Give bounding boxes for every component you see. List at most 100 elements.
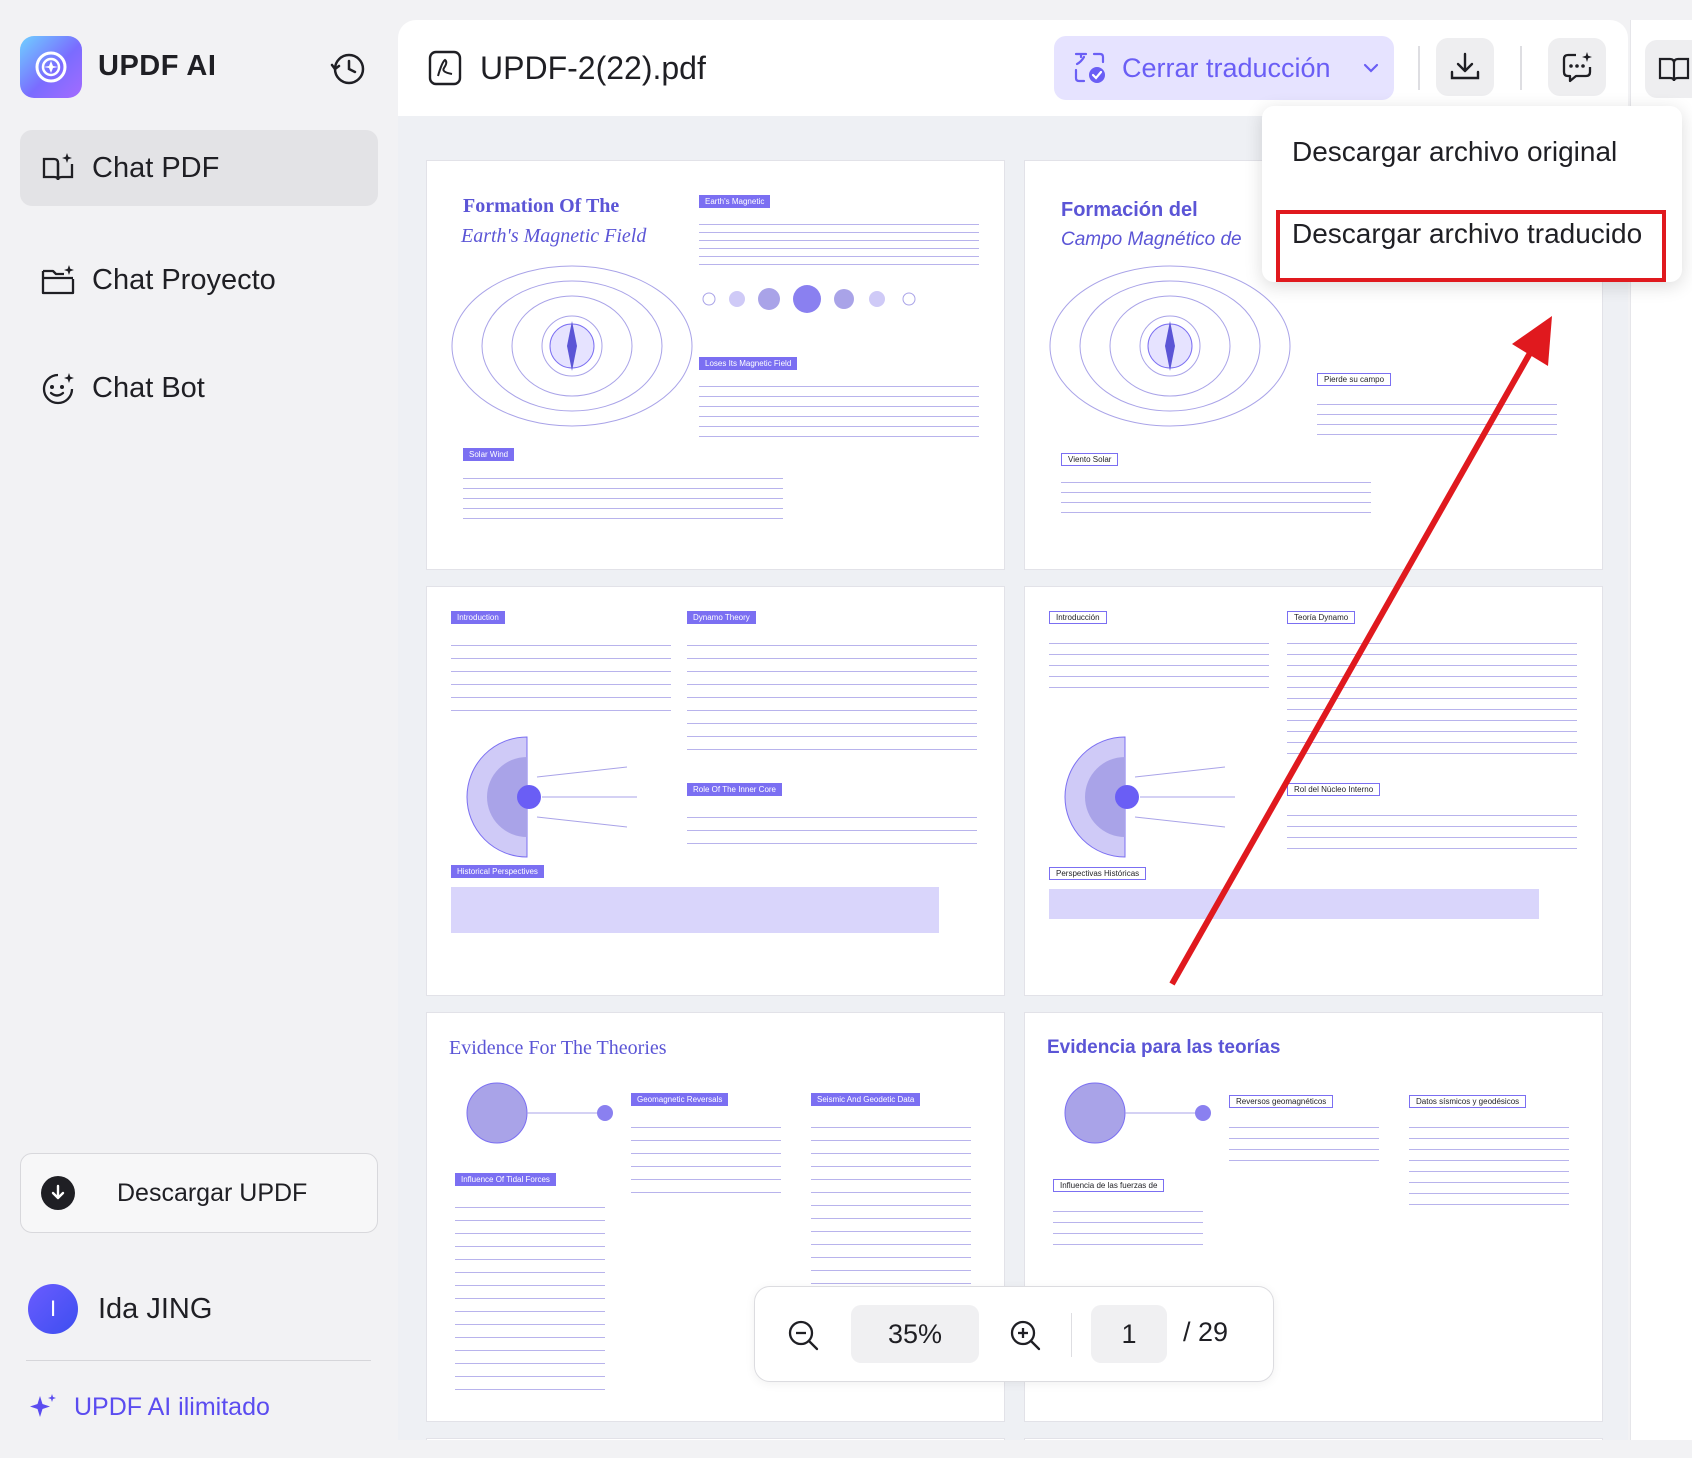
page-title: Evidence For The Theories <box>449 1037 667 1060</box>
section-tag: Perspectivas Históricas <box>1049 867 1147 880</box>
ai-logo-icon <box>35 51 67 83</box>
sidebar-item-chat-proyecto[interactable]: Chat Proyecto <box>20 242 378 318</box>
text-block <box>1229 1117 1379 1167</box>
text-block <box>1053 1201 1203 1251</box>
tidal-diagram <box>466 1082 613 1144</box>
updf-ai-unlimited-link[interactable]: UPDF AI ilimitado <box>28 1392 270 1422</box>
page-title: Formación del <box>1061 199 1198 221</box>
zoom-toolbar: 35% 1 / 29 <box>754 1286 1274 1382</box>
unlimited-label: UPDF AI ilimitado <box>74 1392 270 1421</box>
planets-diagram <box>702 285 916 313</box>
zoom-in-icon[interactable] <box>1009 1319 1041 1351</box>
pdf-page-thumbnail[interactable]: Introducción Teoría Dynamo Rol del Núcle… <box>1024 586 1603 996</box>
close-translation-button[interactable]: Cerrar traducción <box>1054 36 1394 100</box>
highlighted-text-block <box>451 887 939 933</box>
section-tag: Datos sísmicos y geodésicos <box>1409 1095 1527 1108</box>
text-block <box>687 805 977 855</box>
sparkle-icon <box>30 1394 56 1417</box>
sidebar-item-chat-bot[interactable]: Chat Bot <box>20 350 378 426</box>
divider <box>26 1360 371 1361</box>
document-viewer[interactable]: Formation Of The Earth's Magnetic Field … <box>398 116 1628 1440</box>
sidebar: UPDF AI Chat PDF Chat Proyecto Chat Bot <box>0 0 396 1458</box>
text-block <box>687 633 977 753</box>
download-icon <box>1450 52 1480 80</box>
sidebar-item-chat-pdf[interactable]: Chat PDF <box>20 130 378 206</box>
translate-icon <box>1074 52 1105 83</box>
section-tag: Introduction <box>451 611 505 624</box>
book-view-button[interactable] <box>1645 40 1692 98</box>
section-tag: Influence Of Tidal Forces <box>455 1173 556 1186</box>
bot-face-icon <box>42 373 74 405</box>
page-title: Formation Of The <box>463 195 620 217</box>
toolbar-divider <box>1418 46 1420 90</box>
book-ai-icon <box>42 153 74 181</box>
tidal-diagram <box>1064 1082 1211 1144</box>
pdf-page-thumbnail[interactable] <box>1024 1438 1603 1440</box>
app-title: UPDF AI <box>98 50 217 82</box>
section-tag: Historical Perspectives <box>451 865 544 878</box>
pdf-page-thumbnail[interactable] <box>426 1438 1005 1440</box>
text-block <box>699 377 979 437</box>
sidebar-item-label: Chat Bot <box>92 371 205 404</box>
download-updf-label: Descargar UPDF <box>117 1178 308 1207</box>
ai-chat-button[interactable] <box>1548 38 1606 96</box>
text-block <box>463 469 783 519</box>
section-tag: Loses Its Magnetic Field <box>699 357 798 370</box>
section-tag: Viento Solar <box>1061 453 1119 466</box>
pdf-page-thumbnail[interactable]: Introduction Dynamo Theory Role Of The I… <box>426 586 1005 996</box>
avatar: I <box>28 1284 78 1334</box>
section-tag: Dynamo Theory <box>687 611 756 624</box>
pdf-page-thumbnail[interactable]: Formation Of The Earth's Magnetic Field … <box>426 160 1005 570</box>
document-header: UPDF-2(22).pdf Cerrar traducción <box>398 20 1628 116</box>
text-block <box>1287 805 1577 855</box>
section-tag: Rol del Núcleo Interno <box>1287 783 1381 796</box>
section-tag: Influencia de las fuerzas de <box>1053 1179 1165 1192</box>
zoom-level[interactable]: 35% <box>851 1305 979 1363</box>
text-block <box>1287 633 1577 763</box>
section-tag: Role Of The Inner Core <box>687 783 783 796</box>
download-updf-button[interactable]: Descargar UPDF <box>20 1153 378 1233</box>
book-icon <box>1658 57 1690 82</box>
highlight-box <box>1276 210 1666 282</box>
section-tag: Earth's Magnetic <box>699 195 771 208</box>
download-original-option[interactable]: Descargar archivo original <box>1292 136 1617 168</box>
section-tag: Seismic And Geodetic Data <box>811 1093 921 1106</box>
file-name: UPDF-2(22).pdf <box>480 50 706 86</box>
text-block <box>1061 473 1371 513</box>
pdf-file-icon <box>428 50 462 86</box>
updf-ai-logo <box>20 36 82 98</box>
text-block <box>631 1115 781 1195</box>
sidebar-item-label: Chat Proyecto <box>92 263 276 296</box>
highlighted-text-block <box>1049 889 1539 919</box>
user-name: Ida JING <box>98 1292 213 1325</box>
text-block <box>1317 395 1557 435</box>
page-subtitle: Earth's Magnetic Field <box>461 225 647 247</box>
earth-layers-diagram <box>1064 736 1235 858</box>
chevron-down-icon <box>1363 63 1378 73</box>
user-profile[interactable]: I Ida JING <box>28 1284 212 1334</box>
section-tag: Teoría Dynamo <box>1287 611 1356 624</box>
ai-chat-icon <box>1562 52 1592 83</box>
page-title: Evidencia para las teorías <box>1047 1037 1281 1058</box>
download-button[interactable] <box>1436 38 1494 96</box>
section-tag: Geomagnetic Reversals <box>631 1093 729 1106</box>
current-page-input[interactable]: 1 <box>1091 1305 1167 1363</box>
page-subtitle: Campo Magnético de <box>1061 229 1242 250</box>
sidebar-item-label: Chat PDF <box>92 151 220 184</box>
folder-ai-icon <box>41 265 75 295</box>
total-pages: / 29 <box>1183 1317 1229 1347</box>
download-options-menu: Descargar archivo original Descargar arc… <box>1262 106 1682 282</box>
section-tag: Introducción <box>1049 611 1107 624</box>
history-icon[interactable] <box>330 50 368 88</box>
download-arrow-icon <box>41 1176 75 1210</box>
section-tag: Pierde su campo <box>1317 373 1392 386</box>
text-block <box>699 217 979 267</box>
page-title-text: Evidence For The Theories <box>449 1037 667 1059</box>
magnetic-field-diagram <box>1049 265 1291 427</box>
zoom-out-icon[interactable] <box>787 1319 819 1351</box>
close-translation-label: Cerrar traducción <box>1122 52 1331 83</box>
section-tag: Reversos geomagnéticos <box>1229 1095 1334 1108</box>
magnetic-field-diagram <box>451 265 693 427</box>
text-block <box>451 633 671 713</box>
earth-layers-diagram <box>466 736 637 858</box>
